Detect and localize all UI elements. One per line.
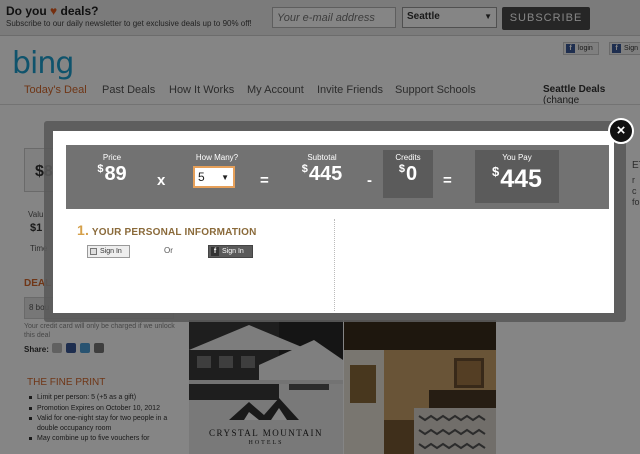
price-amount: 89 — [104, 163, 127, 185]
quantity-value: 5 — [198, 170, 205, 184]
facebook-sign-in-button[interactable]: f Sign In — [208, 245, 253, 258]
multiply-sign: x — [157, 172, 166, 189]
facebook-icon: f — [211, 247, 219, 256]
sign-in-button[interactable]: Sign In — [87, 245, 130, 258]
equals-sign: = — [443, 172, 452, 189]
subtotal-label: Subtotal — [307, 153, 337, 162]
price-value: $89 — [90, 163, 134, 186]
close-icon[interactable]: × — [608, 118, 634, 144]
dropdown-arrow-icon: ▼ — [221, 173, 229, 182]
modal-column-divider — [334, 219, 335, 311]
quantity-select[interactable]: 5 ▼ — [193, 166, 235, 188]
equals-sign: = — [260, 172, 269, 189]
facebook-sign-in-label: Sign In — [222, 248, 244, 255]
currency-symbol: $ — [97, 163, 104, 175]
price-label: Price — [102, 153, 122, 162]
step-number: 1. — [77, 222, 90, 238]
quantity-label: How Many? — [195, 153, 239, 162]
personal-info-heading: 1. YOUR PERSONAL INFORMATION — [77, 222, 257, 238]
credits-amount: 0 — [406, 163, 418, 185]
personal-info-title: YOUR PERSONAL INFORMATION — [91, 227, 257, 238]
credits-value: $0 — [383, 163, 433, 186]
sign-in-label: Sign In — [100, 248, 122, 255]
subtotal-value: $445 — [291, 163, 353, 186]
currency-symbol: $ — [301, 163, 308, 175]
you-pay-value: $445 — [475, 164, 559, 194]
you-pay-amount: 445 — [500, 165, 542, 193]
currency-symbol: $ — [492, 164, 500, 179]
you-pay-label: You Pay — [502, 153, 532, 162]
or-separator: Or — [164, 246, 173, 255]
currency-symbol: $ — [398, 163, 405, 175]
user-icon — [90, 248, 97, 255]
subtotal-amount: 445 — [308, 163, 343, 185]
credits-label: Credits — [395, 153, 421, 162]
minus-sign: - — [367, 172, 372, 189]
